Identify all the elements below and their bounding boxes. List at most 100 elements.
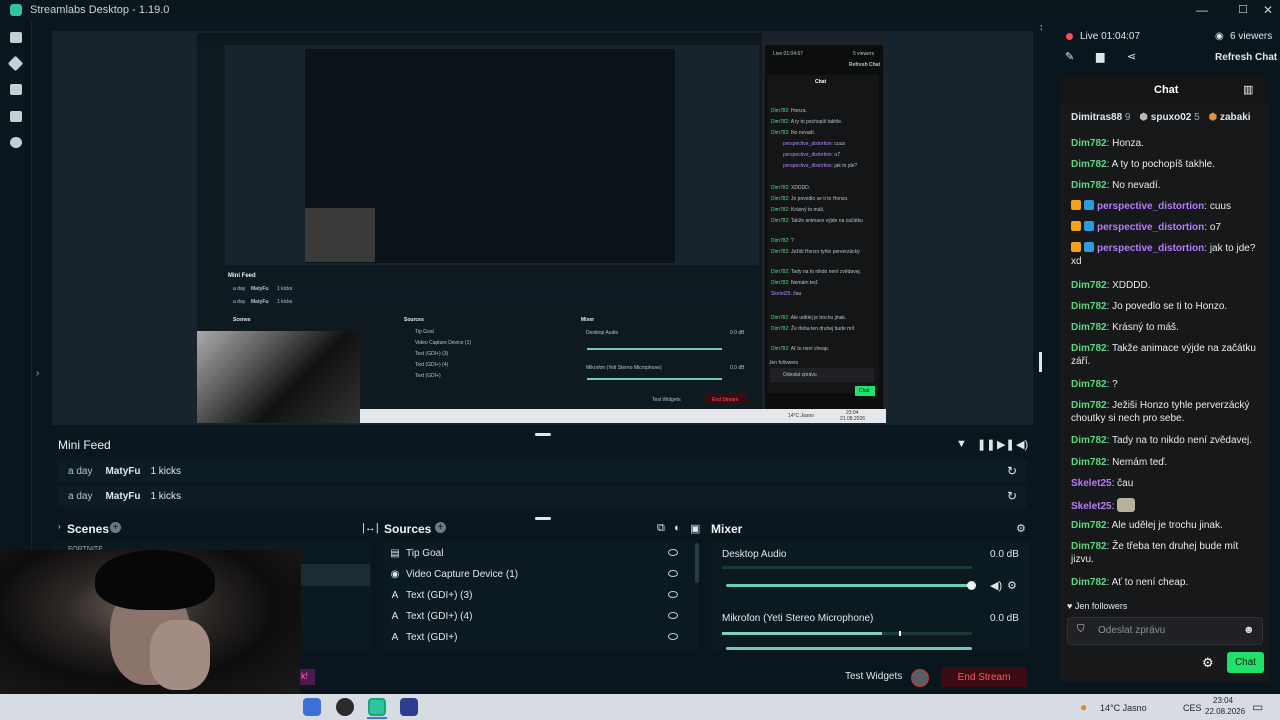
dashboard-icon[interactable] bbox=[10, 32, 22, 43]
clock-date[interactable]: 22.08.2026 bbox=[1205, 707, 1245, 716]
app-icon[interactable] bbox=[303, 698, 321, 716]
chat-username[interactable]: perspective_distortion bbox=[1097, 243, 1204, 254]
crown-badge-icon bbox=[1071, 242, 1081, 252]
filter-icon[interactable]: ▼ bbox=[956, 438, 967, 450]
app-icon[interactable] bbox=[336, 698, 354, 716]
chat-username[interactable]: Dim782 bbox=[1071, 159, 1107, 170]
chat-username[interactable]: Dim782 bbox=[1071, 400, 1107, 411]
visibility-icon[interactable] bbox=[668, 612, 678, 619]
language-indicator[interactable]: CES bbox=[1183, 703, 1202, 713]
chat-username[interactable]: Dim782 bbox=[1071, 577, 1107, 588]
test-widgets-label[interactable]: Test Widgets bbox=[845, 671, 902, 682]
volume-slider[interactable] bbox=[726, 647, 972, 650]
weather-text[interactable]: 14°C Jasno bbox=[1100, 703, 1147, 713]
editor-icon[interactable] bbox=[7, 55, 24, 72]
chat-message: Dim782: Ať to není cheap. bbox=[1071, 577, 1189, 588]
record-icon[interactable] bbox=[10, 137, 22, 148]
notifications-icon[interactable]: ▭ bbox=[1252, 700, 1263, 714]
feed-row: a day MatyFu 1 kicks ↻ bbox=[57, 460, 1027, 482]
collapse-arrow-icon[interactable]: › bbox=[58, 522, 61, 531]
chat-message: Dim782: No nevadí. bbox=[1071, 180, 1161, 191]
add-source-icon[interactable]: + bbox=[435, 522, 446, 533]
streamlabs-taskbar-icon[interactable] bbox=[368, 698, 386, 716]
widget-test-icon[interactable] bbox=[911, 669, 929, 687]
emoji-icon[interactable]: ☻ bbox=[1243, 624, 1255, 636]
chat-message: perspective_distortion: cuus bbox=[1071, 200, 1261, 213]
chat-username[interactable]: Dim782 bbox=[1071, 379, 1107, 390]
source-item[interactable]: A Text (GDI+) bbox=[390, 627, 678, 647]
expand-left-icon[interactable]: › bbox=[36, 368, 39, 379]
repeat-alert-icon[interactable]: ↻ bbox=[1007, 489, 1017, 503]
chat-message: perspective_distortion: jak to jde? xd bbox=[1071, 242, 1256, 267]
source-item[interactable]: ▤ Tip Goal bbox=[390, 543, 678, 563]
visibility-icon[interactable] bbox=[668, 570, 678, 577]
visibility-icon[interactable] bbox=[668, 633, 678, 640]
chat-username[interactable]: Dim782 bbox=[1071, 138, 1107, 149]
send-chat-button[interactable]: Chat bbox=[1227, 652, 1264, 673]
pause-icon[interactable]: ❚❚ bbox=[977, 438, 995, 451]
folder-icon[interactable]: ⧉ bbox=[657, 522, 665, 535]
chat-username[interactable]: Dim782 bbox=[1071, 541, 1107, 552]
visibility-icon[interactable] bbox=[668, 549, 678, 556]
heart-icon: ♥ bbox=[1067, 601, 1073, 611]
moderation-icon[interactable]: ▆ bbox=[1096, 50, 1104, 63]
chat-username[interactable]: Dim782 bbox=[1071, 435, 1107, 446]
clock-time[interactable]: 23:04 bbox=[1213, 696, 1233, 705]
maximize-icon[interactable]: ☐ bbox=[1238, 3, 1248, 16]
end-stream-button[interactable]: End Stream bbox=[941, 667, 1027, 687]
chat-message: Dim782: Honza. bbox=[1071, 138, 1144, 149]
app-title: Streamlabs Desktop - 1.19.0 bbox=[30, 4, 170, 16]
edit-icon[interactable]: ✎ bbox=[1065, 50, 1074, 63]
chat-settings-icon[interactable]: ⚙ bbox=[1202, 655, 1214, 671]
prime-badge-icon bbox=[1084, 221, 1094, 231]
refresh-chat-button[interactable]: Refresh Chat bbox=[1215, 52, 1277, 63]
chat-text: Krásný to máš. bbox=[1112, 322, 1179, 333]
chat-username[interactable]: Dim782 bbox=[1071, 301, 1107, 312]
chat-username[interactable]: Dim782 bbox=[1071, 457, 1107, 468]
source-item[interactable]: A Text (GDI+) (3) bbox=[390, 585, 678, 605]
chat-username[interactable]: Skelet25 bbox=[1071, 478, 1112, 489]
mixer-channel-name: Desktop Audio bbox=[722, 549, 787, 560]
volume-icon[interactable]: ◀) bbox=[1016, 438, 1028, 451]
camera-icon: ◉ bbox=[390, 568, 400, 580]
chat-username[interactable]: perspective_distortion bbox=[1097, 222, 1204, 233]
store-icon[interactable] bbox=[10, 84, 22, 95]
volume-slider[interactable] bbox=[726, 584, 972, 587]
chat-text: Honza. bbox=[1112, 138, 1144, 149]
source-item[interactable]: ◉ Video Capture Device (1) bbox=[390, 564, 678, 584]
mute-icon[interactable]: ◀) bbox=[990, 579, 1002, 592]
source-item[interactable]: A Text (GDI+) (4) bbox=[390, 606, 678, 626]
media-icon[interactable] bbox=[10, 111, 22, 122]
leaderboard-icon[interactable]: ▥ bbox=[1243, 83, 1253, 96]
chat-text: ? bbox=[1112, 379, 1118, 390]
scene-transitions-icon[interactable]: |↔| bbox=[362, 522, 379, 534]
chat-message: Dim782: Nemám teď. bbox=[1071, 457, 1168, 468]
add-scene-icon[interactable]: + bbox=[110, 522, 121, 533]
chat-username[interactable]: Dim782 bbox=[1071, 343, 1107, 354]
preview-capture: Mini Feed a day MatyFu 1 kicks a day Mat… bbox=[197, 33, 886, 423]
source-properties-icon[interactable]: ▣ bbox=[690, 522, 700, 535]
chat-username[interactable]: Dim782 bbox=[1071, 322, 1107, 333]
chat-input[interactable]: ⛉ Odeslat zprávu ☻ bbox=[1067, 617, 1263, 645]
resize-handle[interactable] bbox=[535, 517, 551, 520]
channel-settings-icon[interactable]: ⚙ bbox=[1007, 579, 1017, 592]
close-icon[interactable]: ✕ bbox=[1263, 3, 1273, 17]
skip-icon[interactable]: ▶❚ bbox=[997, 438, 1015, 451]
app-icon[interactable] bbox=[400, 698, 418, 716]
chat-input-placeholder: Odeslat zprávu bbox=[1098, 625, 1166, 636]
mixer-settings-icon[interactable]: ⚙ bbox=[1016, 522, 1026, 535]
visibility-icon[interactable] bbox=[668, 591, 678, 598]
audio-source-icon[interactable]: ◐ bbox=[674, 522, 681, 534]
chat-username[interactable]: perspective_distortion bbox=[1097, 201, 1204, 212]
minimize-icon[interactable]: — bbox=[1196, 3, 1208, 17]
chat-username[interactable]: Dim782 bbox=[1071, 280, 1107, 291]
sources-scrollbar[interactable] bbox=[695, 543, 699, 583]
share-icon[interactable]: ⋖ bbox=[1127, 50, 1136, 63]
repeat-alert-icon[interactable]: ↻ bbox=[1007, 464, 1017, 478]
resize-handle[interactable] bbox=[535, 433, 551, 436]
feed-row: a day MatyFu 1 kicks ↻ bbox=[57, 485, 1027, 507]
chat-username[interactable]: Dim782 bbox=[1071, 520, 1107, 531]
volume-slider-knob[interactable] bbox=[967, 581, 976, 590]
chat-username[interactable]: Dim782 bbox=[1071, 180, 1107, 191]
chat-username[interactable]: Skelet25 bbox=[1071, 501, 1112, 512]
